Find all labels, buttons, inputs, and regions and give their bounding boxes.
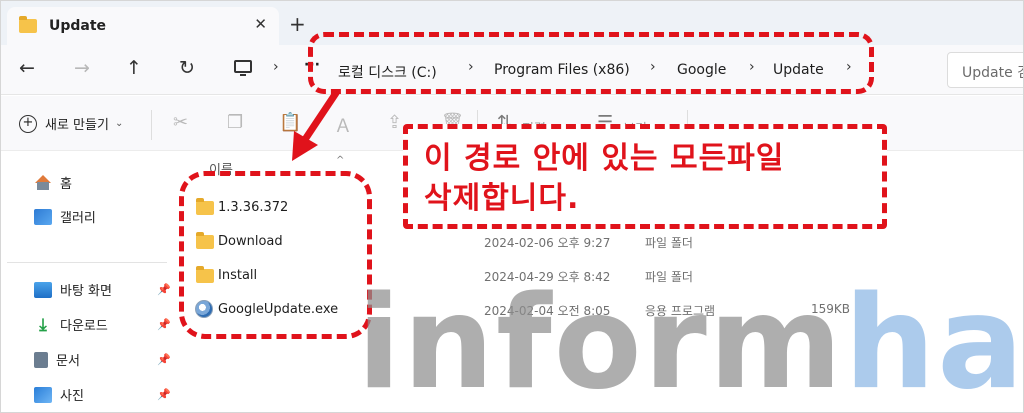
- up-button[interactable]: ↑: [126, 57, 142, 79]
- annotation-line-1: 이 경로 안에 있는 모든파일: [424, 141, 785, 176]
- document-icon: [34, 351, 48, 368]
- tab-title: Update: [49, 18, 107, 34]
- home-icon: [34, 174, 52, 191]
- back-button[interactable]: ←: [19, 57, 35, 79]
- desktop-icon: [34, 281, 52, 298]
- informhack-watermark: informhack: [357, 280, 1023, 408]
- this-pc-icon[interactable]: [234, 60, 252, 76]
- sidebar-item-downloads[interactable]: ⤓ 다운로드: [34, 315, 108, 334]
- sidebar-item-documents[interactable]: 문서: [34, 350, 80, 369]
- file-list-highlight: [179, 171, 372, 339]
- plus-icon: +: [19, 114, 37, 133]
- chevron-down-icon: ⌄: [114, 118, 124, 129]
- watermark-part-1: inform: [357, 269, 845, 413]
- new-item-label: 새로 만들기: [45, 118, 109, 133]
- red-arrow-icon: [292, 89, 340, 161]
- pin-icon[interactable]: 📌: [157, 353, 171, 366]
- sidebar-item-label: 문서: [56, 354, 80, 369]
- sidebar-item-label: 갤러리: [60, 211, 96, 226]
- refresh-button[interactable]: ↻: [179, 57, 195, 79]
- tab-update[interactable]: Update ✕: [7, 7, 279, 45]
- search-input[interactable]: Update 검색: [947, 52, 1023, 88]
- annotation-line-2: 삭제합니다.: [424, 181, 580, 216]
- pin-icon[interactable]: 📌: [157, 318, 171, 331]
- close-tab-icon[interactable]: ✕: [254, 15, 267, 33]
- new-tab-button[interactable]: +: [289, 12, 306, 36]
- new-item-button[interactable]: + 새로 만들기 ⌄: [19, 114, 123, 133]
- pin-icon[interactable]: 📌: [157, 388, 171, 401]
- download-icon: ⤓: [39, 314, 47, 335]
- sidebar-item-label: 홈: [60, 177, 72, 192]
- sidebar-item-desktop[interactable]: 바탕 화면: [34, 280, 112, 299]
- sidebar-divider: [7, 262, 167, 263]
- copy-icon[interactable]: ❐: [227, 112, 247, 133]
- address-path-highlight: [308, 32, 874, 94]
- cut-icon[interactable]: ✂: [173, 112, 193, 133]
- folder-icon: [19, 16, 37, 33]
- file-explorer-window: Update ✕ + ← → ↑ ↻ › ··· 로컬 디스크 (C:) › P…: [0, 0, 1024, 413]
- sidebar-item-home[interactable]: 홈: [34, 173, 72, 192]
- sidebar-item-label: 다운로드: [60, 319, 108, 334]
- watermark-part-2: hack: [844, 269, 1024, 413]
- file-type: 파일 폴더: [645, 236, 693, 250]
- pictures-icon: [34, 386, 52, 403]
- sidebar-item-pictures[interactable]: 사진: [34, 385, 84, 404]
- file-date: 2024-02-06 오후 9:27: [484, 236, 611, 250]
- pin-icon[interactable]: 📌: [157, 283, 171, 296]
- sidebar-item-label: 바탕 화면: [60, 284, 112, 299]
- navigation-pane: 홈 갤러리 바탕 화면 📌 ⤓ 다운로드 📌 문서 📌 사진 📌: [1, 151, 173, 412]
- gallery-icon: [34, 208, 52, 225]
- chevron-right-icon[interactable]: ›: [273, 59, 279, 75]
- toolbar-divider: [151, 110, 152, 140]
- annotation-callout: 이 경로 안에 있는 모든파일 삭제합니다.: [403, 124, 887, 229]
- forward-button[interactable]: →: [74, 57, 90, 79]
- sidebar-item-gallery[interactable]: 갤러리: [34, 207, 96, 226]
- sidebar-item-label: 사진: [60, 389, 84, 404]
